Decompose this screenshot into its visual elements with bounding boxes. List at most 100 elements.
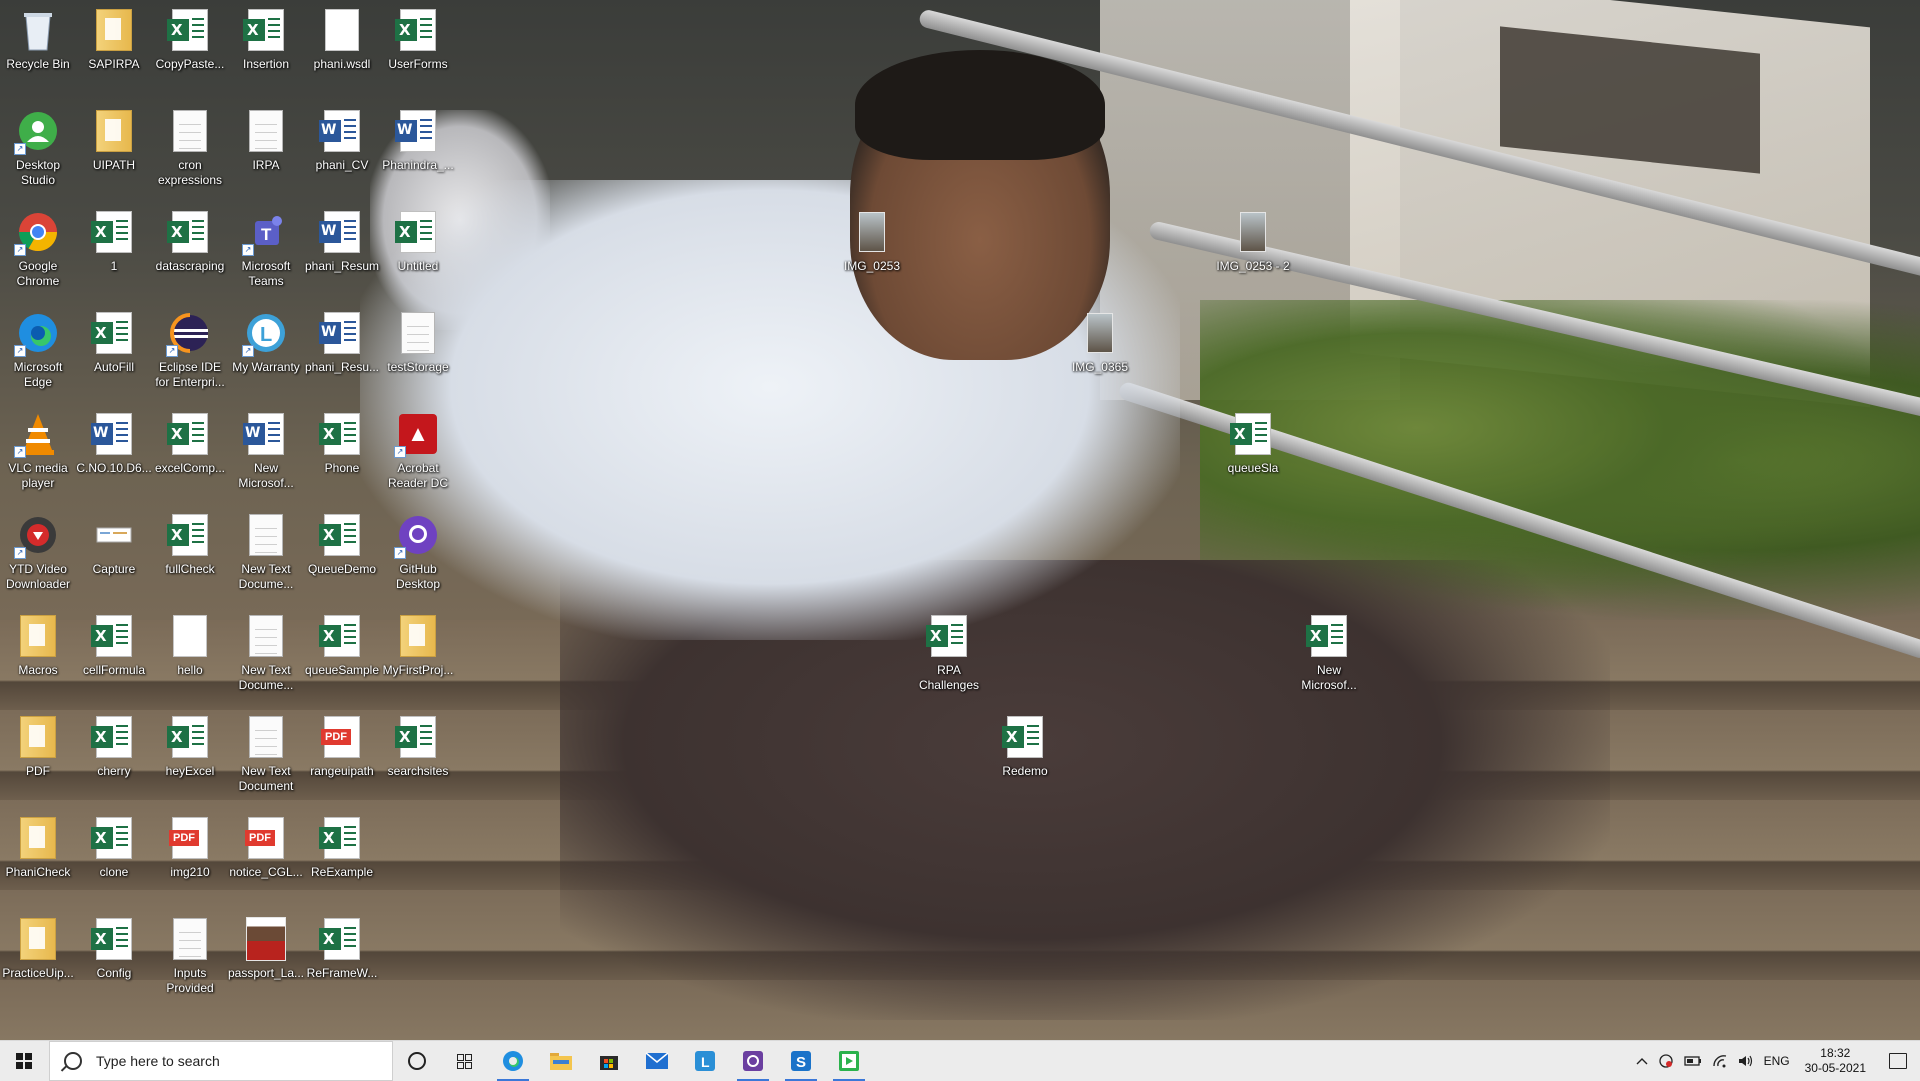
desktop-icon[interactable]: Inputs Provided bbox=[152, 913, 228, 996]
app-purple-icon bbox=[743, 1051, 763, 1071]
desktop-icon[interactable]: New Text Document bbox=[228, 711, 304, 794]
desktop-icon[interactable]: X CopyPaste... bbox=[152, 4, 228, 72]
desktop-icon[interactable]: testStorage bbox=[380, 307, 456, 375]
desktop-icon-label: cellFormula bbox=[82, 663, 145, 677]
folder-file-icon bbox=[16, 917, 60, 961]
excel-file-icon: X bbox=[91, 311, 136, 355]
desktop-icon[interactable]: IRPA bbox=[228, 105, 304, 173]
desktop-icon[interactable]: PhaniCheck bbox=[0, 812, 76, 880]
blank-file-icon bbox=[320, 8, 364, 52]
desktop-icon[interactable]: SAPIRPA bbox=[76, 4, 152, 72]
desktop-icon[interactable]: XexcelComp... bbox=[152, 408, 228, 476]
taskbar-app-green[interactable] bbox=[825, 1041, 873, 1081]
desktop-icon[interactable]: Xsearchsites bbox=[380, 711, 456, 779]
desktop-icon-label: My Warranty bbox=[232, 360, 300, 374]
desktop-icon[interactable]: PDF img210 bbox=[152, 812, 228, 880]
desktop-icon[interactable]: T ↗ Microsoft Teams bbox=[228, 206, 304, 289]
taskbar-mail[interactable] bbox=[633, 1041, 681, 1081]
start-button[interactable] bbox=[0, 1041, 48, 1081]
taskbar-search-box[interactable] bbox=[49, 1041, 393, 1081]
desktop-icon[interactable]: X ReExample bbox=[304, 812, 380, 880]
antivirus-icon[interactable] bbox=[1653, 1053, 1679, 1069]
desktop-icon[interactable]: X AutoFill bbox=[76, 307, 152, 375]
desktop-icon[interactable]: X QueueDemo bbox=[304, 509, 380, 577]
taskbar-file-explorer[interactable] bbox=[537, 1041, 585, 1081]
desktop-icon[interactable]: L ↗ My Warranty bbox=[228, 307, 304, 375]
wifi-icon[interactable] bbox=[1707, 1054, 1733, 1068]
desktop-icon[interactable]: ↗ GitHub Desktop bbox=[380, 509, 456, 592]
desktop-icon[interactable]: XcellFormula bbox=[76, 610, 152, 678]
desktop-icon[interactable]: IMG_0365 bbox=[1062, 307, 1138, 375]
desktop-icon[interactable]: XqueueSample bbox=[304, 610, 380, 678]
action-center-button[interactable] bbox=[1876, 1041, 1920, 1081]
desktop-icon[interactable]: XqueueSla bbox=[1215, 408, 1291, 476]
desktop-icon[interactable]: X Phone bbox=[304, 408, 380, 476]
desktop-icon[interactable]: X Config bbox=[76, 913, 152, 981]
taskbar-edge[interactable] bbox=[489, 1041, 537, 1081]
desktop-icon[interactable]: W C.NO.10.D6... bbox=[76, 408, 152, 476]
acrobat-file-icon: ▲ ↗ bbox=[394, 412, 440, 458]
battery-icon[interactable] bbox=[1679, 1055, 1707, 1067]
desktop-icon[interactable]: Xclone bbox=[76, 812, 152, 880]
folder-file-icon bbox=[92, 109, 136, 153]
desktop-icon[interactable]: phani.wsdl bbox=[304, 4, 380, 72]
desktop-icon[interactable]: ↗ Microsoft Edge bbox=[0, 307, 76, 390]
desktop-icon-label: UIPATH bbox=[92, 158, 136, 172]
desktop-icon[interactable]: ↗ YTD Video Downloader bbox=[0, 509, 76, 592]
desktop-icon[interactable]: cron expressions bbox=[152, 105, 228, 188]
input-language-indicator[interactable]: ENG bbox=[1759, 1054, 1795, 1068]
desktop-icon[interactable]: Wphani_Resu... bbox=[304, 307, 380, 375]
desktop-icon[interactable]: X Insertion bbox=[228, 4, 304, 72]
desktop-icon[interactable]: W New Microsof... bbox=[228, 408, 304, 491]
desktop-icon[interactable]: ↗ Google Chrome bbox=[0, 206, 76, 289]
desktop-icon[interactable]: Wphani_Resum bbox=[304, 206, 380, 274]
desktop-icon[interactable]: New Text Docume... bbox=[228, 509, 304, 592]
desktop-icon[interactable]: PracticeUip... bbox=[0, 913, 76, 981]
desktop-icon[interactable]: UIPATH bbox=[76, 105, 152, 173]
desktop-icon[interactable]: ↗ Desktop Studio bbox=[0, 105, 76, 188]
desktop-icon[interactable]: PDF notice_CGL... bbox=[228, 812, 304, 880]
desktop-icon[interactable]: X Redemo bbox=[987, 711, 1063, 779]
desktop-icon[interactable]: X ReFrameW... bbox=[304, 913, 380, 981]
desktop-icon[interactable]: XheyExcel bbox=[152, 711, 228, 779]
task-view-button[interactable] bbox=[441, 1041, 489, 1081]
desktop-icon[interactable]: ▲ ↗ Acrobat Reader DC bbox=[380, 408, 456, 491]
taskbar-app-s[interactable]: S bbox=[777, 1041, 825, 1081]
taskbar-app-purple[interactable] bbox=[729, 1041, 777, 1081]
desktop-icon[interactable]: Xcherry bbox=[76, 711, 152, 779]
desktop-icon[interactable]: passport_La... bbox=[228, 913, 304, 981]
desktop-icon[interactable]: Macros bbox=[0, 610, 76, 678]
desktop-icon[interactable]: Capture bbox=[76, 509, 152, 577]
desktop-icon[interactable]: W Phanindra_... bbox=[380, 105, 456, 173]
desktop-icon[interactable]: X UserForms bbox=[380, 4, 456, 72]
desktop-icon[interactable]: Xdatascraping bbox=[152, 206, 228, 274]
desktop-icon[interactable]: IMG_0253 bbox=[834, 206, 910, 274]
excel-file-icon: X bbox=[167, 412, 212, 456]
desktop-icon[interactable]: X RPA Challenges bbox=[911, 610, 987, 693]
show-hidden-icons-chevron-up-icon[interactable] bbox=[1631, 1057, 1653, 1065]
desktop-icon[interactable]: ↗ VLC media player bbox=[0, 408, 76, 491]
desktop-icon[interactable]: PDF rangeuipath bbox=[304, 711, 380, 779]
desktop-icon[interactable]: New Text Docume... bbox=[228, 610, 304, 693]
clock[interactable]: 18:32 30-05-2021 bbox=[1795, 1046, 1876, 1076]
desktop-icon[interactable]: ↗ Eclipse IDE for Enterpri... bbox=[152, 307, 228, 390]
desktop-icon[interactable]: X1 bbox=[76, 206, 152, 274]
desktop-icon[interactable]: Recycle Bin bbox=[0, 4, 76, 72]
excel-file-icon: X bbox=[243, 8, 288, 52]
windows-icon bbox=[16, 1053, 32, 1069]
volume-icon[interactable] bbox=[1733, 1054, 1759, 1068]
desktop-icon[interactable]: X Untitled bbox=[380, 206, 456, 274]
desktop-icon[interactable]: XfullCheck bbox=[152, 509, 228, 577]
desktop-icon[interactable]: PDF bbox=[0, 711, 76, 779]
desktop-icon[interactable]: Wphani_CV bbox=[304, 105, 380, 173]
taskbar-app-l[interactable]: L bbox=[681, 1041, 729, 1081]
cortana-button[interactable] bbox=[393, 1041, 441, 1081]
desktop-icon[interactable]: IMG_0253 - 2 bbox=[1215, 206, 1291, 274]
desktop-icon-label: Desktop Studio bbox=[15, 158, 61, 187]
capture-file-icon bbox=[92, 513, 136, 557]
taskbar-store[interactable] bbox=[585, 1041, 633, 1081]
desktop-icon[interactable]: X New Microsof... bbox=[1291, 610, 1367, 693]
search-input[interactable] bbox=[94, 1052, 378, 1070]
desktop-icon[interactable]: hello bbox=[152, 610, 228, 678]
desktop-icon[interactable]: MyFirstProj... bbox=[380, 610, 456, 678]
